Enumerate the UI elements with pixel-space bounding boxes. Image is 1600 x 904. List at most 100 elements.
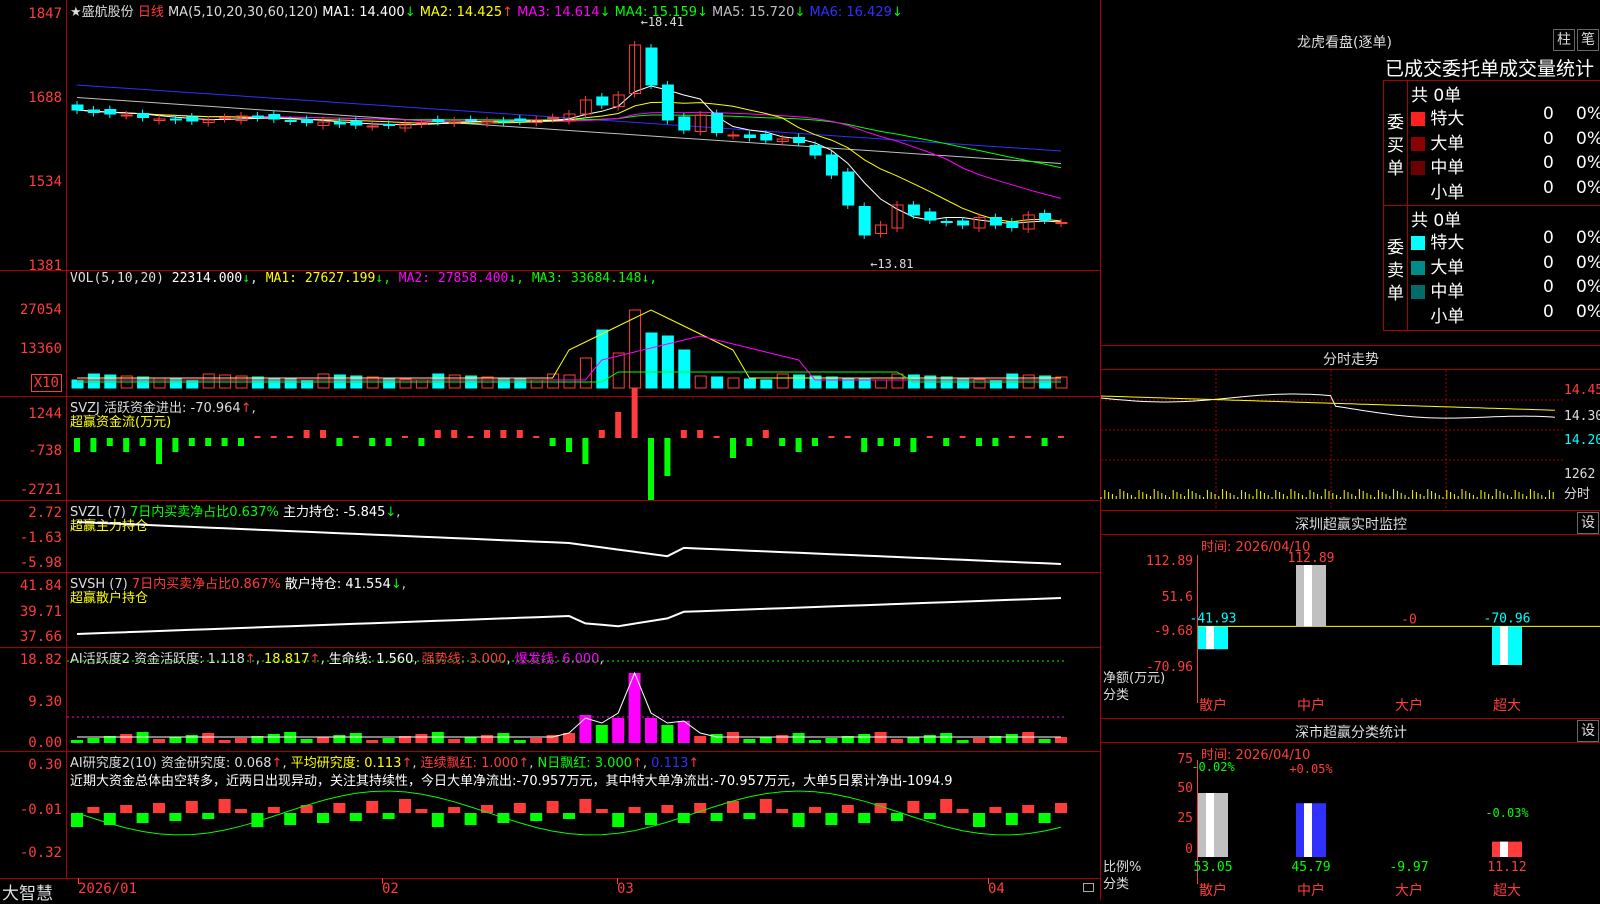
activity-bar xyxy=(940,733,953,743)
longhu-title: 龙虎看盘(逐单) xyxy=(1297,35,1392,51)
volume-bar xyxy=(1006,373,1019,389)
flow-bar xyxy=(139,438,146,446)
flow-bar xyxy=(238,438,244,446)
candle-body xyxy=(71,104,84,111)
change-label: -0.02% xyxy=(1191,760,1235,774)
candle-body xyxy=(957,220,970,226)
ai-research-panel[interactable]: 0.30 -0.01 -0.32 AI研究度2(10) 资金研究度: 0.068… xyxy=(0,751,1100,879)
flow-bar xyxy=(205,438,212,446)
svzl-chart xyxy=(76,521,1062,565)
y-tick-label: 14.20 xyxy=(1564,433,1600,448)
research-bar xyxy=(415,809,428,813)
volume-panel[interactable]: 27054 13360 X10 VOL(5,10,20) 22314.000↓,… xyxy=(0,270,1100,397)
volume-bar xyxy=(875,379,888,389)
volume-bar xyxy=(711,376,724,389)
ai-activity-y-axis: 18.82 9.30 0.00 xyxy=(0,647,67,751)
settings-button[interactable]: 设 xyxy=(1577,720,1599,742)
volume-bar xyxy=(317,373,330,389)
svzj-y-axis: 1244 -738 -2721 xyxy=(0,396,67,500)
order-count: 0 xyxy=(1543,277,1554,297)
volume-bar xyxy=(71,379,84,389)
activity-bar xyxy=(792,733,805,743)
flow-bar xyxy=(254,436,261,438)
order-count: 0 xyxy=(1543,153,1554,173)
svzl-panel[interactable]: 2.72 -1.63 -5.98 SVZL (7) 7日内买卖净占比0.637%… xyxy=(0,500,1100,573)
activity-bar xyxy=(481,735,493,743)
order-row: 大单 0 0% xyxy=(1411,253,1600,278)
flow-bar xyxy=(533,436,540,438)
lock-icon[interactable] xyxy=(1083,883,1094,892)
candle-body xyxy=(760,134,773,141)
research-bar xyxy=(1055,803,1067,813)
activity-bar xyxy=(645,718,657,743)
flow-bar xyxy=(992,438,999,446)
flow-bar xyxy=(1058,436,1064,438)
color-swatch xyxy=(1411,185,1425,200)
sz-monitor-panel[interactable]: 深圳超赢实时监控 设 时间: 2026/04/10 112.89 51.6 -9… xyxy=(1100,510,1600,719)
settings-button[interactable]: 设 xyxy=(1577,512,1599,534)
color-swatch xyxy=(1411,285,1425,299)
flow-bar xyxy=(467,436,474,438)
intraday-chart xyxy=(1100,370,1563,510)
activity-bar xyxy=(809,740,821,743)
activity-bar xyxy=(497,733,510,743)
svsh-y-axis: 41.84 39.71 37.66 xyxy=(0,572,67,647)
y-tick-label: 41.84 xyxy=(19,578,62,594)
flow-bar xyxy=(90,438,97,452)
vol-ma-line xyxy=(77,309,1061,379)
order-percent: 0% xyxy=(1576,228,1600,248)
svsh-panel[interactable]: 41.84 39.71 37.66 SVSH (7) 7日内买卖净占比0.867… xyxy=(0,572,1100,648)
low-price-mark: ←13.81 xyxy=(870,257,913,271)
color-swatch xyxy=(1411,112,1425,126)
kline-panel[interactable]: 1847 1688 1534 1381 ★盛航股份 日线 MA(5,10,20,… xyxy=(0,0,1100,274)
category-label: 分类 xyxy=(1103,688,1130,703)
x-tick xyxy=(617,878,618,884)
research-bar xyxy=(1038,813,1051,823)
intraday-panel[interactable]: 分时走势 14.45 14.30 14.20 1262 分时 xyxy=(1100,345,1600,511)
research-bar xyxy=(710,813,723,821)
activity-bar xyxy=(661,725,674,743)
activity-bar xyxy=(710,734,723,743)
research-bar xyxy=(612,813,625,827)
candle-body xyxy=(350,120,363,126)
activity-bar xyxy=(776,735,789,743)
research-bar xyxy=(546,801,559,813)
y-tick-label: -5.98 xyxy=(19,555,62,571)
ratio-value-label: 53.05 xyxy=(1193,860,1232,875)
activity-bar xyxy=(694,736,707,743)
ai-activity-panel[interactable]: 18.82 9.30 0.00 AI活跃度2 资金活跃度: 1.118↑, 18… xyxy=(0,647,1100,752)
y-tick-label: 0.30 xyxy=(28,757,62,773)
order-row: 小单 0 0% xyxy=(1411,178,1600,203)
sz-class-panel[interactable]: 深市超赢分类统计 设 时间: 2026/04/10 75 50 25 0 比例%… xyxy=(1100,718,1600,900)
ratio-value-label: 11.12 xyxy=(1487,860,1526,875)
volume-bar xyxy=(301,379,314,389)
volume-bar xyxy=(547,373,560,389)
column-view-button[interactable]: 柱 xyxy=(1553,29,1575,51)
x-tick xyxy=(382,878,383,884)
volume-bar xyxy=(760,379,773,389)
activity-bar xyxy=(891,739,903,743)
color-swatch xyxy=(1411,260,1425,275)
order-type: 小单 xyxy=(1425,182,1465,203)
candle-body xyxy=(1039,213,1052,221)
svzj-panel[interactable]: 1244 -738 -2721 SVZJ 活跃资金进出: -70.964↑, 超… xyxy=(0,388,1100,501)
flow-bar xyxy=(598,430,605,438)
flow-bar xyxy=(861,438,868,452)
volume-bar xyxy=(629,309,642,389)
flow-bar xyxy=(582,438,589,464)
flow-bar xyxy=(352,436,359,438)
candle-body xyxy=(1006,221,1019,228)
flow-bar xyxy=(303,430,310,438)
activity-bar xyxy=(448,739,461,743)
research-bar xyxy=(153,803,165,813)
volume-bar xyxy=(891,373,904,389)
research-bar xyxy=(513,803,526,813)
tick-view-button[interactable]: 笔 xyxy=(1577,29,1599,51)
research-bar xyxy=(825,813,838,825)
x-tick xyxy=(78,878,79,884)
activity-bar xyxy=(71,740,83,743)
research-bar xyxy=(349,813,362,821)
research-bar xyxy=(284,813,297,825)
flow-bar xyxy=(123,438,130,452)
order-percent: 0% xyxy=(1576,277,1600,297)
